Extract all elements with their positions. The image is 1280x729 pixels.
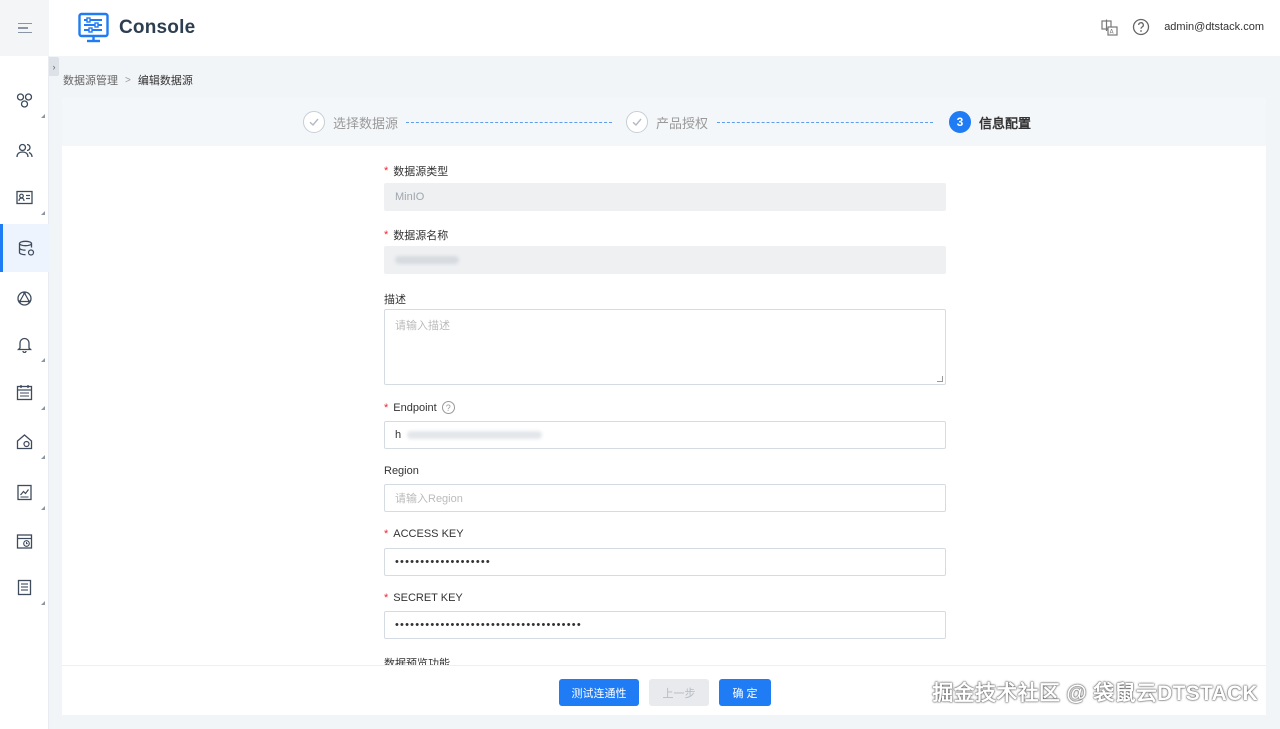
breadcrumb-separator-icon: > [125, 74, 131, 86]
menu-toggle-button[interactable] [0, 0, 49, 56]
datasource-icon [18, 240, 34, 256]
step-label: 产品授权 [656, 115, 709, 131]
step-number: 3 [949, 111, 971, 133]
confirm-button[interactable]: 确 定 [719, 679, 771, 706]
description-textarea[interactable]: 请输入描述 [384, 309, 946, 385]
test-connection-button[interactable]: 测试连通性 [559, 679, 639, 706]
field-label-secret-key: * SECRET KEY [384, 592, 463, 604]
top-bar: Console A admin@dtstack.com [0, 0, 1280, 56]
sidebar-item-users[interactable] [0, 126, 49, 174]
region-input[interactable]: 请输入Region [384, 484, 946, 512]
window-clock-icon [16, 533, 33, 549]
console-logo-icon [78, 12, 109, 43]
form-panel: * 数据源类型 MinIO * 数据源名称 描述 请输入描述 * Endpoint ?… [62, 146, 1266, 665]
sidebar [0, 56, 49, 729]
field-label-type: * 数据源类型 [384, 165, 449, 178]
step-info-config: 3 信息配置 [949, 111, 1031, 133]
sidebar-collapse-toggle[interactable]: › [49, 57, 59, 76]
sidebar-item-cluster[interactable] [0, 76, 49, 124]
secret-key-input[interactable]: ••••••••••••••••••••••••••••••••••••• [384, 611, 946, 639]
user-account[interactable]: admin@dtstack.com [1164, 21, 1264, 33]
datasource-type-input: MinIO [384, 183, 946, 211]
sidebar-item-schedule[interactable] [0, 517, 49, 565]
sidebar-item-network[interactable] [0, 274, 49, 322]
field-label-name: * 数据源名称 [384, 229, 449, 242]
sidebar-item-documents[interactable] [0, 563, 49, 611]
field-label-access-key: * ACCESS KEY [384, 528, 464, 540]
sidebar-item-home-settings[interactable] [0, 417, 49, 465]
document-icon [17, 579, 32, 595]
logo[interactable]: Console [78, 12, 195, 43]
calendar-icon [16, 384, 33, 400]
step-label: 信息配置 [979, 115, 1032, 131]
hamburger-icon [17, 20, 32, 37]
app-title: Console [119, 16, 196, 38]
users-icon [16, 143, 33, 157]
steps-bar: 选择数据源 产品授权 3 信息配置 [62, 98, 1266, 146]
id-card-icon [16, 190, 33, 204]
network-icon [17, 290, 32, 306]
field-label-endpoint: * Endpoint ? [384, 401, 455, 414]
resize-handle-icon[interactable] [937, 376, 943, 382]
step-connector [717, 122, 933, 123]
field-label-region: Region [384, 465, 419, 477]
language-icon[interactable]: A [1100, 18, 1118, 36]
check-icon [626, 111, 648, 133]
watermark: 掘金技术社区 @ 袋鼠云DTSTACK [932, 682, 1258, 705]
breadcrumb-current: 编辑数据源 [137, 75, 193, 87]
bell-icon [16, 337, 33, 353]
chart-report-icon [17, 484, 32, 500]
sidebar-item-calendar[interactable] [0, 368, 49, 416]
datasource-name-input [384, 246, 946, 274]
help-circle-icon[interactable]: ? [441, 401, 455, 414]
step-label: 选择数据源 [333, 115, 399, 131]
endpoint-input[interactable]: h [384, 421, 946, 449]
help-icon[interactable] [1132, 18, 1150, 36]
sidebar-item-alerts[interactable] [0, 320, 49, 368]
chevron-right-icon: › [52, 61, 56, 72]
field-label-preview: 数据预览功能 [384, 658, 450, 665]
breadcrumb-parent-link[interactable]: 数据源管理 [63, 72, 118, 88]
step-connector [406, 122, 612, 123]
sidebar-item-reports[interactable] [0, 468, 49, 516]
field-label-description: 描述 [384, 294, 406, 306]
prev-step-button[interactable]: 上一步 [649, 679, 709, 706]
step-select-datasource: 选择数据源 [303, 111, 398, 133]
sidebar-item-id-card[interactable] [0, 173, 49, 221]
access-key-input[interactable]: ••••••••••••••••••• [384, 548, 946, 576]
sidebar-item-datasource[interactable] [0, 224, 49, 272]
cluster-icon [16, 92, 33, 108]
check-icon [303, 111, 325, 133]
home-settings-icon [16, 433, 33, 449]
step-product-auth: 产品授权 [626, 111, 708, 133]
breadcrumb: 数据源管理 > 编辑数据源 [63, 72, 193, 88]
